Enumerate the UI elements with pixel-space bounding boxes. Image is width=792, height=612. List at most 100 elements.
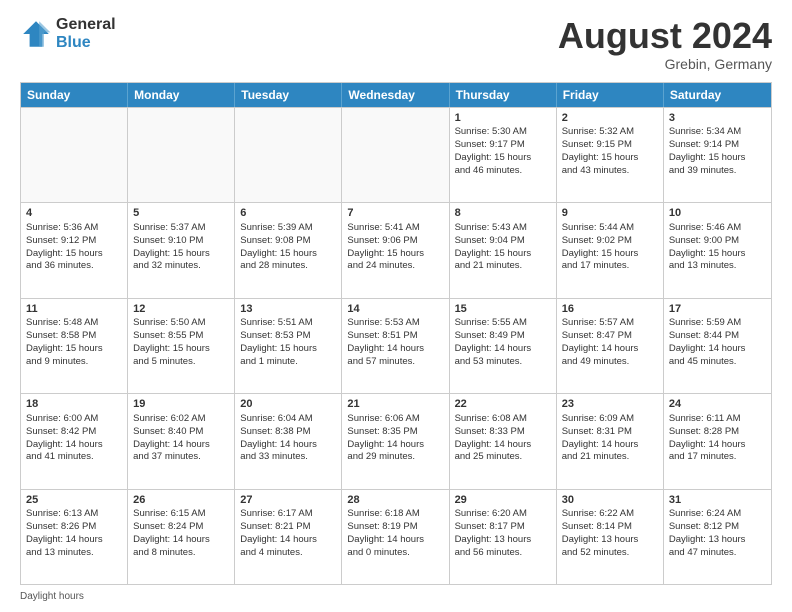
cal-week-row-3: 18Sunrise: 6:00 AMSunset: 8:42 PMDayligh… (21, 393, 771, 488)
day-info-line: Daylight: 14 hours (133, 534, 229, 547)
day-info-line: Sunset: 8:58 PM (26, 330, 122, 343)
day-info-line: Sunset: 9:15 PM (562, 139, 658, 152)
day-number: 4 (26, 206, 122, 221)
cal-header-day-tuesday: Tuesday (235, 83, 342, 107)
cal-cell: 12Sunrise: 5:50 AMSunset: 8:55 PMDayligh… (128, 299, 235, 393)
cal-cell: 14Sunrise: 5:53 AMSunset: 8:51 PMDayligh… (342, 299, 449, 393)
day-info-line: and 47 minutes. (669, 547, 766, 560)
day-info-line: Daylight: 15 hours (240, 343, 336, 356)
day-info-line: Sunrise: 5:39 AM (240, 222, 336, 235)
day-info-line: Daylight: 15 hours (455, 152, 551, 165)
day-info-line: Sunrise: 5:43 AM (455, 222, 551, 235)
day-info-line: Sunrise: 5:48 AM (26, 317, 122, 330)
day-info-line: and 39 minutes. (669, 165, 766, 178)
day-info-line: and 52 minutes. (562, 547, 658, 560)
cal-cell: 28Sunrise: 6:18 AMSunset: 8:19 PMDayligh… (342, 490, 449, 584)
logo-general-text: General (56, 16, 116, 34)
day-info-line: Daylight: 15 hours (26, 343, 122, 356)
cal-header-day-friday: Friday (557, 83, 664, 107)
cal-week-row-4: 25Sunrise: 6:13 AMSunset: 8:26 PMDayligh… (21, 489, 771, 584)
day-number: 3 (669, 111, 766, 126)
day-info-line: Sunrise: 6:24 AM (669, 508, 766, 521)
day-info-line: Sunset: 9:02 PM (562, 235, 658, 248)
day-info-line: Daylight: 15 hours (347, 248, 443, 261)
day-number: 6 (240, 206, 336, 221)
cal-cell: 11Sunrise: 5:48 AMSunset: 8:58 PMDayligh… (21, 299, 128, 393)
day-number: 16 (562, 302, 658, 317)
cal-cell: 1Sunrise: 5:30 AMSunset: 9:17 PMDaylight… (450, 108, 557, 202)
day-info-line: Daylight: 15 hours (669, 248, 766, 261)
day-info-line: Sunset: 8:26 PM (26, 521, 122, 534)
day-info-line: Sunrise: 5:36 AM (26, 222, 122, 235)
day-info-line: and 29 minutes. (347, 451, 443, 464)
day-info-line: and 0 minutes. (347, 547, 443, 560)
cal-header-day-sunday: Sunday (21, 83, 128, 107)
day-info-line: Sunset: 8:53 PM (240, 330, 336, 343)
logo-icon (20, 18, 52, 50)
day-number: 11 (26, 302, 122, 317)
day-info-line: Sunrise: 6:09 AM (562, 413, 658, 426)
day-info-line: and 13 minutes. (26, 547, 122, 560)
day-number: 18 (26, 397, 122, 412)
cal-cell: 7Sunrise: 5:41 AMSunset: 9:06 PMDaylight… (342, 203, 449, 297)
day-info-line: Sunrise: 5:46 AM (669, 222, 766, 235)
day-number: 17 (669, 302, 766, 317)
cal-cell: 17Sunrise: 5:59 AMSunset: 8:44 PMDayligh… (664, 299, 771, 393)
cal-week-row-1: 4Sunrise: 5:36 AMSunset: 9:12 PM Daylight… (21, 202, 771, 297)
day-info-line: Daylight: 14 hours (669, 343, 766, 356)
cal-cell (128, 108, 235, 202)
day-info-line: Sunset: 9:12 PM (26, 235, 122, 248)
calendar: SundayMondayTuesdayWednesdayThursdayFrid… (20, 82, 772, 585)
day-info-line: and 28 minutes. (240, 260, 336, 273)
day-info-line: and 5 minutes. (133, 356, 229, 369)
day-number: 30 (562, 493, 658, 508)
day-info-line: Daylight: 14 hours (562, 439, 658, 452)
day-info-line: Sunrise: 6:04 AM (240, 413, 336, 426)
day-info-line: Daylight: 15 hours (133, 343, 229, 356)
logo: General Blue (20, 16, 116, 51)
cal-cell (21, 108, 128, 202)
day-info-line: Daylight: 14 hours (26, 439, 122, 452)
day-info-line: Sunrise: 6:17 AM (240, 508, 336, 521)
day-info-line: and 25 minutes. (455, 451, 551, 464)
day-info-line: Daylight: 14 hours (240, 439, 336, 452)
cal-cell: 23Sunrise: 6:09 AMSunset: 8:31 PMDayligh… (557, 394, 664, 488)
day-info-line: Sunset: 8:44 PM (669, 330, 766, 343)
day-number: 14 (347, 302, 443, 317)
day-info-line: and 43 minutes. (562, 165, 658, 178)
day-info-line: and 46 minutes. (455, 165, 551, 178)
day-info-line: Sunrise: 5:50 AM (133, 317, 229, 330)
day-info-line: Sunrise: 5:57 AM (562, 317, 658, 330)
day-info-line: Sunset: 8:49 PM (455, 330, 551, 343)
cal-cell: 15Sunrise: 5:55 AMSunset: 8:49 PMDayligh… (450, 299, 557, 393)
day-info-line: Sunset: 8:47 PM (562, 330, 658, 343)
day-info-line: and 56 minutes. (455, 547, 551, 560)
day-info-line: and 49 minutes. (562, 356, 658, 369)
day-info-line: and 41 minutes. (26, 451, 122, 464)
day-info-line: and 21 minutes. (455, 260, 551, 273)
day-info-line: and 9 minutes. (26, 356, 122, 369)
day-info-line: and 4 minutes. (240, 547, 336, 560)
day-info-line: and 13 minutes. (669, 260, 766, 273)
day-number: 7 (347, 206, 443, 221)
day-info-line: Daylight: 14 hours (455, 439, 551, 452)
cal-week-row-0: 1Sunrise: 5:30 AMSunset: 9:17 PMDaylight… (21, 107, 771, 202)
day-number: 2 (562, 111, 658, 126)
day-info-line: Sunset: 8:17 PM (455, 521, 551, 534)
logo-text: General Blue (56, 16, 116, 51)
day-info-line: Sunrise: 5:34 AM (669, 126, 766, 139)
cal-cell: 5Sunrise: 5:37 AMSunset: 9:10 PMDaylight… (128, 203, 235, 297)
day-info-line: Sunset: 9:10 PM (133, 235, 229, 248)
day-info-line: Daylight: 13 hours (669, 534, 766, 547)
page: General Blue August 2024 Grebin, Germany… (0, 0, 792, 612)
day-number: 22 (455, 397, 551, 412)
day-number: 21 (347, 397, 443, 412)
cal-week-row-2: 11Sunrise: 5:48 AMSunset: 8:58 PMDayligh… (21, 298, 771, 393)
cal-cell: 27Sunrise: 6:17 AMSunset: 8:21 PMDayligh… (235, 490, 342, 584)
day-info-line: Sunrise: 5:44 AM (562, 222, 658, 235)
day-number: 28 (347, 493, 443, 508)
day-info-line: Daylight: 15 hours (669, 152, 766, 165)
cal-cell: 8Sunrise: 5:43 AMSunset: 9:04 PMDaylight… (450, 203, 557, 297)
day-number: 19 (133, 397, 229, 412)
day-number: 5 (133, 206, 229, 221)
